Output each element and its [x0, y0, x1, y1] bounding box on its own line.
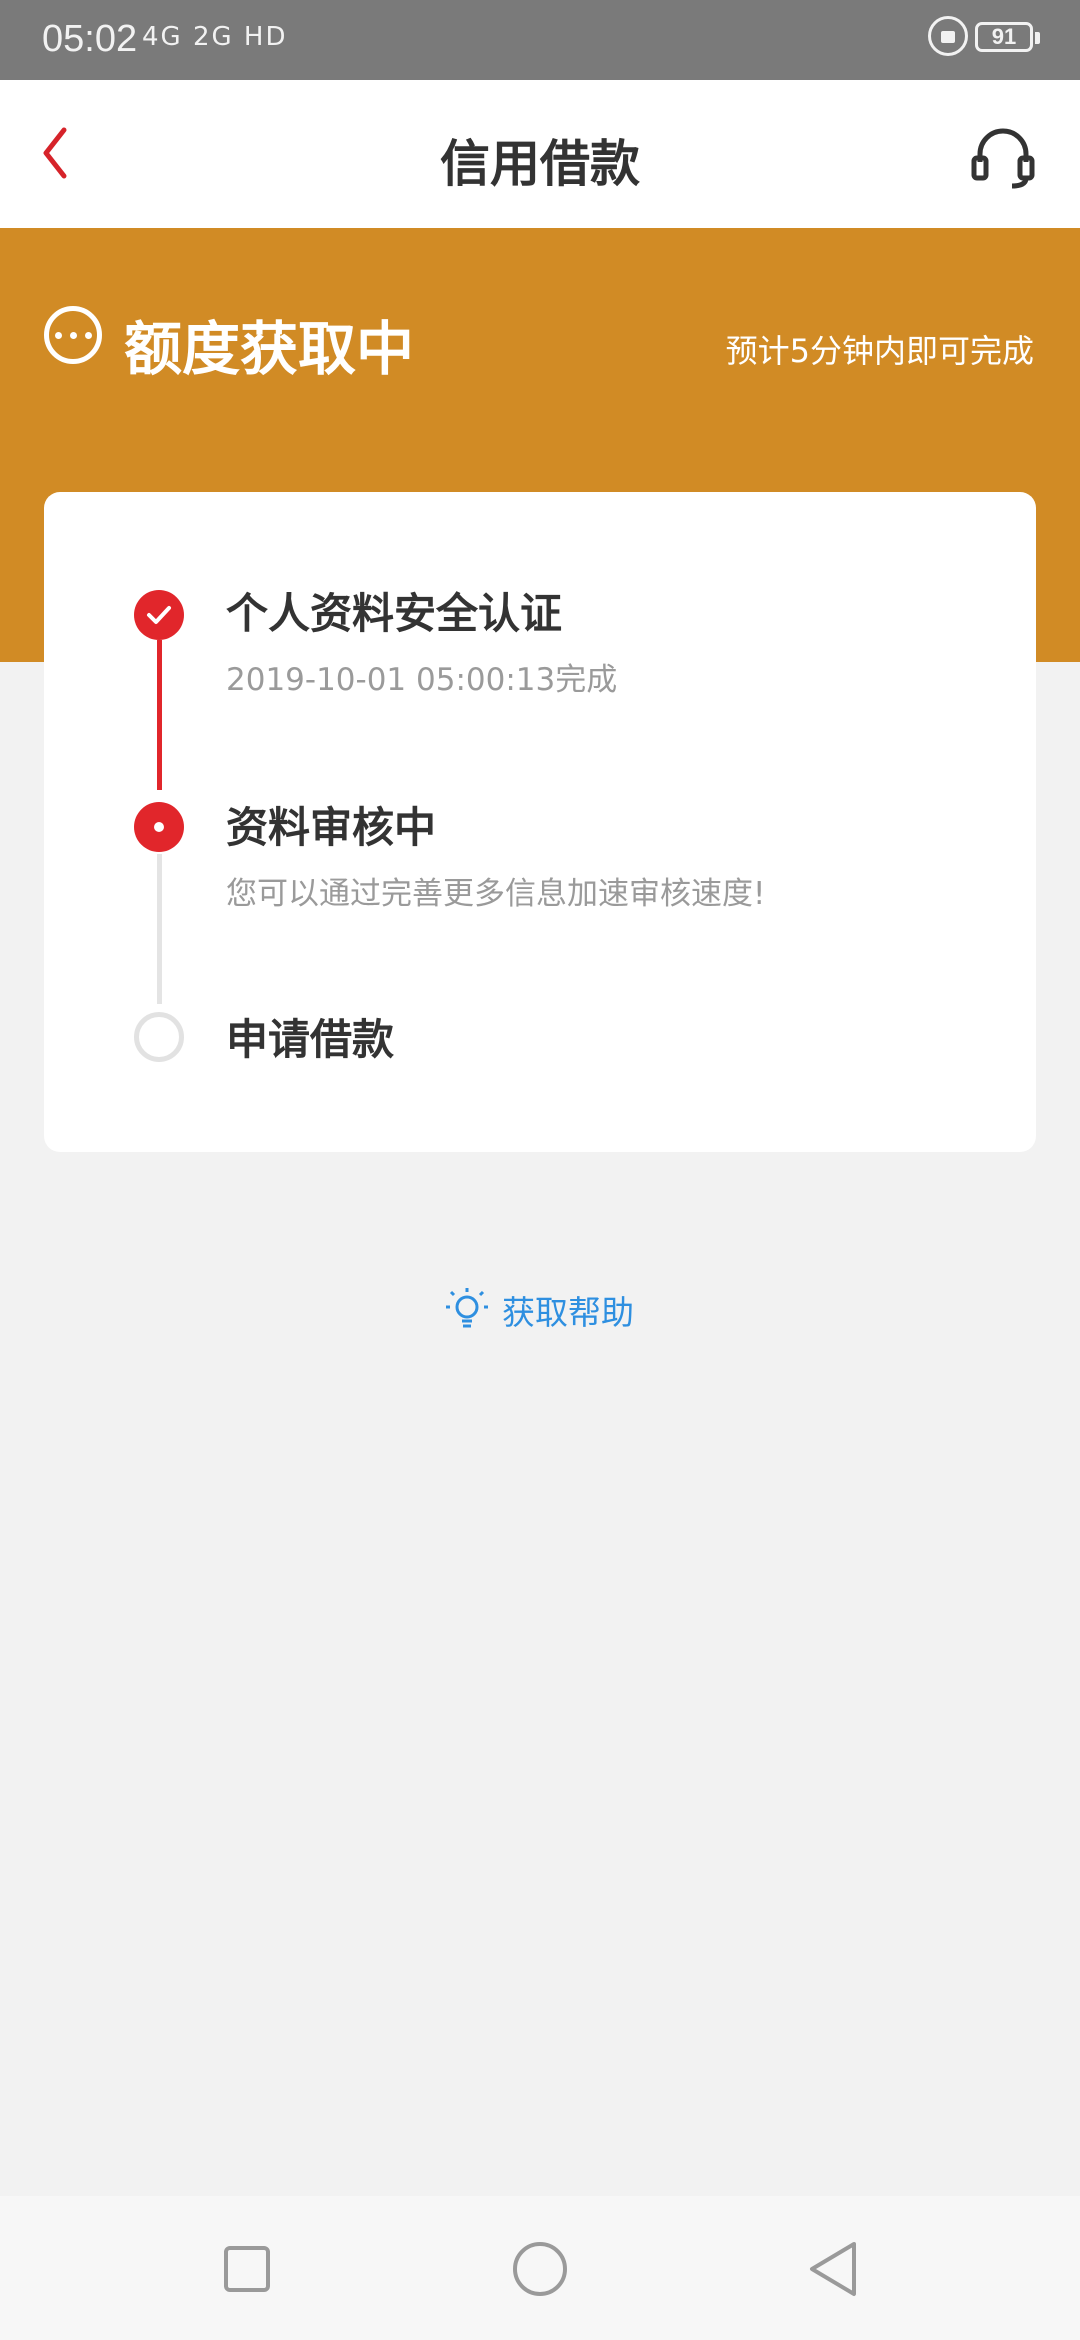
status-time: 05:02 — [42, 18, 138, 60]
circle-icon — [513, 2242, 567, 2296]
app-header: 信用借款 — [0, 80, 1080, 228]
headset-icon — [971, 128, 1035, 189]
get-help-label: 获取帮助 — [502, 1293, 634, 1332]
step-connector-pending — [157, 854, 162, 1004]
check-icon — [134, 590, 184, 640]
battery-icon: 91 — [975, 22, 1040, 52]
banner-eta-text: 预计5分钟内即可完成 — [725, 332, 1034, 370]
get-help-link[interactable]: 获取帮助 — [442, 1282, 634, 1338]
banner-status-text: 额度获取中 — [124, 315, 415, 383]
signal-indicator: 4G 2G HD — [142, 22, 288, 52]
lightbulb-icon — [446, 1288, 488, 1328]
step-title: 申请借款 — [226, 1015, 395, 1064]
step-subtitle: 您可以通过完善更多信息加速审核速度! — [226, 876, 766, 912]
active-dot-icon — [134, 802, 184, 852]
step-title: 个人资料安全认证 — [226, 589, 563, 638]
step-connector-done — [157, 640, 162, 790]
more-dots-icon — [44, 306, 102, 364]
lock-icon — [928, 16, 968, 56]
progress-card: 个人资料安全认证 2019-10-01 05:00:13完成 资料审核中 您可以… — [44, 492, 1036, 1152]
pending-dot-icon — [134, 1012, 184, 1062]
square-icon — [224, 2246, 270, 2292]
system-nav-bar — [0, 2196, 1080, 2340]
battery-level: 91 — [991, 24, 1017, 49]
step-subtitle: 2019-10-01 05:00:13完成 — [226, 662, 618, 698]
home-button[interactable] — [505, 2234, 575, 2304]
status-bar: 05:02 4G 2G HD 91 — [0, 0, 1080, 80]
triangle-back-icon — [810, 2242, 856, 2296]
customer-service-button[interactable] — [968, 122, 1038, 192]
step-title: 资料审核中 — [226, 803, 437, 852]
back-nav-button[interactable] — [798, 2234, 868, 2304]
recent-apps-button[interactable] — [212, 2234, 282, 2304]
page-title: 信用借款 — [440, 135, 640, 193]
